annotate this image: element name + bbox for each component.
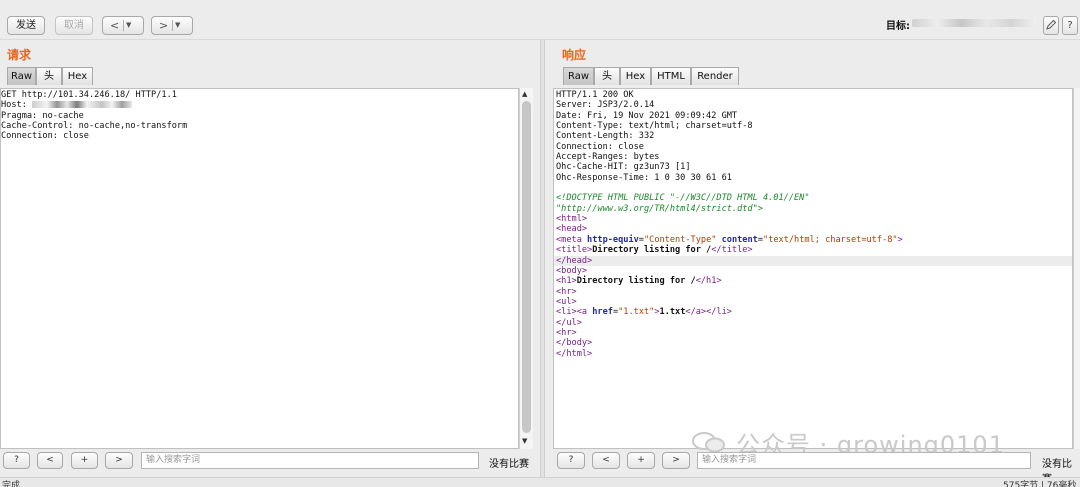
request-search-prev-button[interactable]: < [37, 452, 63, 469]
response-search-add-button[interactable]: + [627, 452, 655, 469]
scroll-thumb[interactable] [522, 101, 531, 433]
forward-arrow-icon: > [159, 19, 169, 32]
tab-response-hex[interactable]: Hex [620, 67, 651, 85]
wechat-logo-icon [692, 432, 725, 453]
request-scrollbar[interactable]: ▲ ▼ [519, 88, 533, 449]
response-search-help-button[interactable]: ? [557, 452, 585, 469]
status-text: 完成 [2, 481, 21, 487]
status-bar [0, 477, 1080, 487]
request-text: GET http://101.34.246.18/ HTTP/1.1 Host:… [1, 90, 187, 142]
tab-response-html[interactable]: HTML [651, 67, 691, 85]
send-button[interactable]: 发送 [7, 16, 45, 35]
host-header: Host: [1, 100, 33, 111]
back-button[interactable]: < ▼ [102, 16, 144, 35]
response-size-time: 575字节 | 76毫秒 [1003, 481, 1077, 487]
help-button[interactable]: ? [1062, 16, 1078, 35]
pencil-icon [1046, 19, 1057, 30]
request-line: GET http://101.34.246.18/ HTTP/1.1 [1, 90, 177, 100]
request-search-help-button[interactable]: ? [3, 452, 30, 469]
back-arrow-icon: < [110, 19, 120, 32]
tab-request-headers[interactable]: 头 [36, 67, 62, 85]
response-search-prev-button[interactable]: < [592, 452, 620, 469]
connection-header: Connection: close [1, 131, 89, 142]
tab-response-raw[interactable]: Raw [563, 67, 594, 85]
pragma-header: Pragma: no-cache [1, 110, 84, 121]
pane-splitter[interactable] [540, 40, 545, 477]
scroll-up-icon[interactable]: ▲ [522, 90, 527, 98]
cancel-button[interactable]: 取消 [55, 16, 93, 35]
request-match-count: 没有比赛 [489, 459, 529, 470]
request-title: 请求 [7, 48, 32, 62]
tab-response-render[interactable]: Render [691, 67, 739, 85]
response-search-next-button[interactable]: > [662, 452, 690, 469]
response-title: 响应 [562, 48, 587, 62]
tab-request-hex[interactable]: Hex [62, 67, 93, 85]
edit-target-button[interactable] [1043, 16, 1059, 35]
response-scrollbar[interactable] [1073, 88, 1080, 449]
response-editor[interactable]: HTTP/1.1 200 OK Server: JSP3/2.0.14 Date… [553, 88, 1073, 449]
cache-control-header: Cache-Control: no-cache,no-transform [1, 121, 188, 132]
request-search-next-button[interactable]: > [105, 452, 133, 469]
target-label: 目标: [886, 21, 910, 32]
scroll-down-icon[interactable]: ▼ [522, 437, 527, 445]
dropdown-caret-icon: ▼ [126, 21, 132, 29]
forward-button[interactable]: > ▼ [151, 16, 193, 35]
dropdown-caret-icon: ▼ [175, 21, 181, 29]
request-search-input[interactable]: 输入搜索字词 [141, 452, 479, 469]
host-redacted [32, 101, 133, 109]
tab-request-raw[interactable]: Raw [7, 67, 36, 85]
tab-response-headers[interactable]: 头 [594, 67, 620, 85]
response-text: HTTP/1.1 200 OK Server: JSP3/2.0.14 Date… [556, 90, 903, 359]
request-editor[interactable]: GET http://101.34.246.18/ HTTP/1.1 Host:… [0, 88, 519, 449]
response-search-input[interactable]: 输入搜索字词 [697, 452, 1031, 469]
request-search-add-button[interactable]: + [71, 452, 98, 469]
target-host-redacted [912, 19, 1036, 27]
